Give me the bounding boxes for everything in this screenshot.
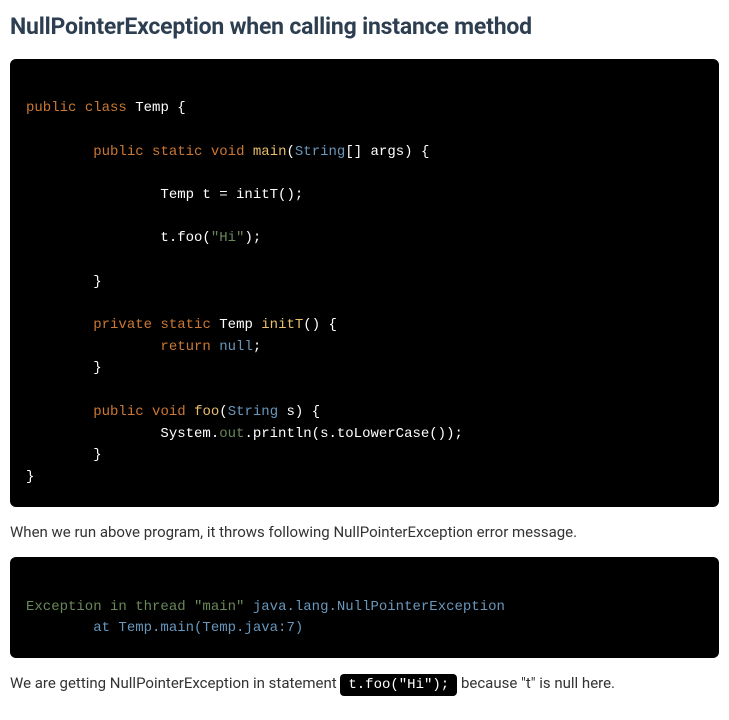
code-block-java[interactable]: public class Temp { public static void m… [10, 59, 719, 507]
para2-text-post: because "t" is null here. [461, 674, 615, 692]
inline-code-expression: t.foo("Hi"); [340, 674, 457, 696]
explain-paragraph-1: When we run above program, it throws fol… [10, 521, 719, 544]
section-heading: NullPointerException when calling instan… [10, 10, 719, 45]
explain-paragraph-2: We are getting NullPointerException in s… [10, 672, 719, 696]
code-block-stacktrace[interactable]: Exception in thread "main" java.lang.Nul… [10, 557, 719, 658]
para2-text-pre: We are getting NullPointerException in s… [10, 674, 340, 692]
